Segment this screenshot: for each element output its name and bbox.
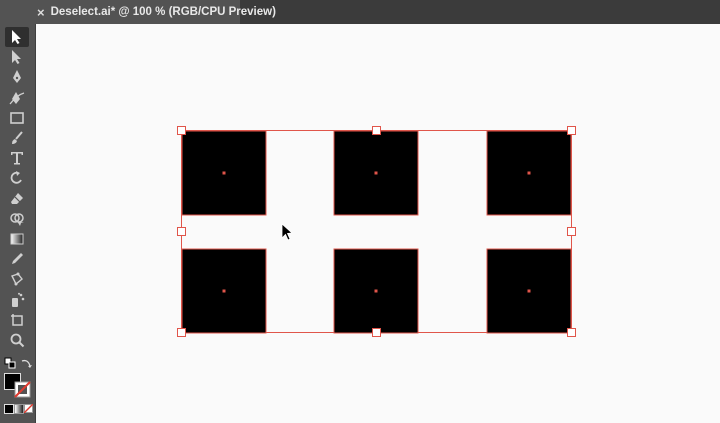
document-tab-bar: × Deselect.ai* @ 100 % (RGB/CPU Preview) bbox=[35, 0, 720, 24]
square-center-point[interactable] bbox=[374, 289, 378, 293]
bounding-box-handle[interactable] bbox=[177, 328, 186, 337]
artwork[interactable] bbox=[36, 24, 720, 423]
eyedropper-tool[interactable] bbox=[5, 249, 29, 269]
type-icon bbox=[11, 152, 23, 165]
square-center-point[interactable] bbox=[527, 171, 531, 175]
bounding-box-handle[interactable] bbox=[177, 126, 186, 135]
square-center-point[interactable] bbox=[527, 289, 531, 293]
bounding-box-handle[interactable] bbox=[177, 227, 186, 236]
direct-selection-arrow-icon bbox=[12, 50, 21, 65]
shape-builder-tool[interactable] bbox=[5, 209, 29, 229]
square-center-point[interactable] bbox=[222, 171, 226, 175]
curvature-tool[interactable] bbox=[5, 88, 29, 108]
bounding-box-handle[interactable] bbox=[567, 328, 576, 337]
square-center-point[interactable] bbox=[374, 171, 378, 175]
tools-panel bbox=[0, 0, 36, 423]
close-tab-icon[interactable]: × bbox=[37, 5, 45, 20]
artboard-icon bbox=[11, 313, 23, 326]
mouse-cursor-icon bbox=[281, 223, 293, 241]
curvature-pen-icon bbox=[9, 91, 25, 104]
rotate-tool[interactable] bbox=[5, 168, 29, 188]
pen-icon bbox=[13, 70, 21, 84]
gradient-mode-button[interactable] bbox=[14, 404, 24, 414]
direct-selection-tool[interactable] bbox=[5, 47, 29, 67]
none-mode-button[interactable] bbox=[24, 404, 33, 413]
selection-tool[interactable] bbox=[5, 27, 29, 47]
eraser-icon bbox=[11, 192, 23, 204]
rectangle-icon bbox=[10, 111, 24, 124]
selection-arrow-icon bbox=[12, 30, 21, 44]
puppet-warp-icon bbox=[11, 272, 23, 286]
symbol-sprayer-tool[interactable] bbox=[5, 290, 29, 310]
document-tab[interactable]: × Deselect.ai* @ 100 % (RGB/CPU Preview) bbox=[35, 0, 276, 24]
shape-builder-icon bbox=[10, 213, 24, 226]
paintbrush-tool[interactable] bbox=[5, 128, 29, 148]
pen-tool[interactable] bbox=[5, 67, 29, 87]
eraser-tool[interactable] bbox=[5, 189, 29, 209]
eyedropper-icon bbox=[12, 253, 23, 265]
paintbrush-icon bbox=[12, 131, 23, 144]
document-tab-title: Deselect.ai* @ 100 % (RGB/CPU Preview) bbox=[50, 6, 276, 18]
gradient-icon bbox=[10, 233, 24, 245]
puppet-warp-tool[interactable] bbox=[5, 269, 29, 289]
bounding-box-handle[interactable] bbox=[372, 126, 381, 135]
artboard-canvas[interactable] bbox=[36, 24, 720, 423]
bounding-box-handle[interactable] bbox=[567, 227, 576, 236]
stroke-color-swatch[interactable] bbox=[14, 381, 31, 398]
bounding-box-handle[interactable] bbox=[567, 126, 576, 135]
gradient-tool[interactable] bbox=[5, 229, 29, 249]
color-mode-button[interactable] bbox=[4, 404, 14, 414]
zoom-tool[interactable] bbox=[5, 330, 29, 350]
rotate-icon bbox=[10, 171, 22, 185]
symbol-sprayer-icon bbox=[12, 292, 25, 307]
square-center-point[interactable] bbox=[222, 289, 226, 293]
magnifier-icon bbox=[10, 333, 25, 348]
rectangle-tool[interactable] bbox=[5, 108, 29, 128]
type-tool[interactable] bbox=[5, 148, 29, 168]
artboard-tool[interactable] bbox=[5, 310, 29, 330]
swap-fill-stroke-icon[interactable] bbox=[20, 357, 32, 369]
default-fill-stroke-icon[interactable] bbox=[4, 357, 16, 369]
bounding-box-handle[interactable] bbox=[372, 328, 381, 337]
